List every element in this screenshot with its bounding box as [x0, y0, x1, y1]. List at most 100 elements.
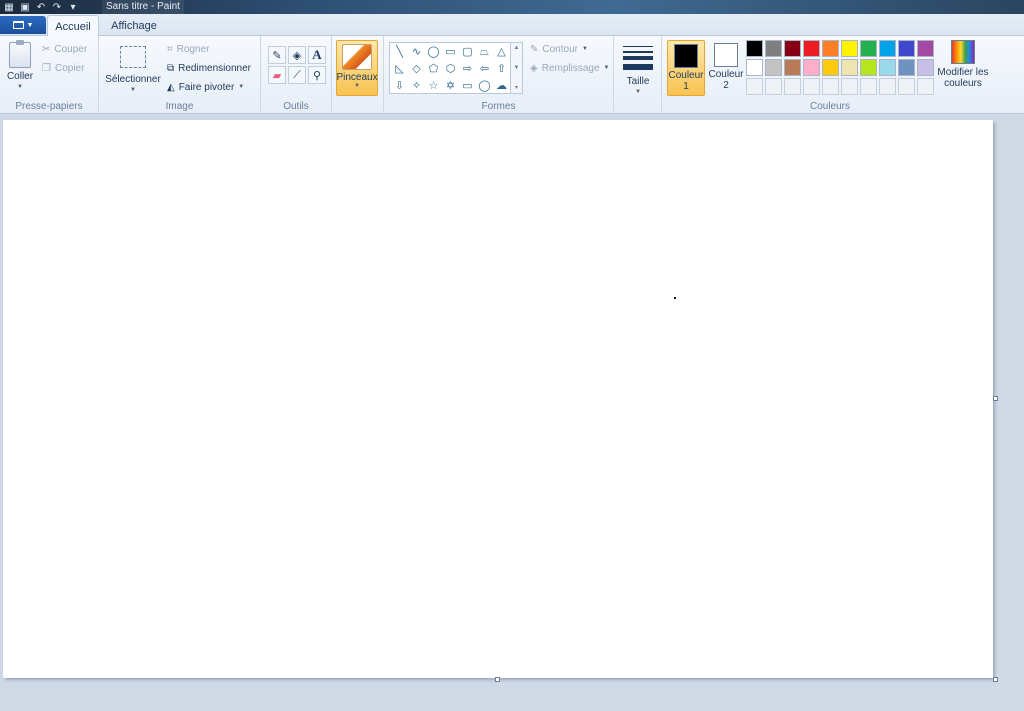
group-label-clipboard: Presse-papiers: [15, 101, 83, 112]
resize-button[interactable]: ⧉ Redimensionner: [167, 60, 251, 76]
oval-callout-shape-icon[interactable]: ◯: [476, 78, 493, 95]
palette-swatch[interactable]: [803, 59, 820, 76]
tab-affichage[interactable]: Affichage: [104, 15, 164, 37]
palette-swatch[interactable]: [841, 40, 858, 57]
four-point-star-shape-icon[interactable]: ✧: [408, 78, 425, 95]
palette-swatch[interactable]: [765, 40, 782, 57]
rectangle-shape-icon[interactable]: ▭: [442, 44, 459, 61]
right-triangle-shape-icon[interactable]: ◺: [391, 61, 408, 78]
custom-color-slot[interactable]: [860, 78, 877, 95]
hexagon-shape-icon[interactable]: ⬡: [442, 61, 459, 78]
up-arrow-shape-icon[interactable]: ⇧: [493, 61, 510, 78]
palette-swatch[interactable]: [898, 59, 915, 76]
palette-swatch[interactable]: [879, 40, 896, 57]
triangle-shape-icon[interactable]: △: [493, 44, 510, 61]
redo-icon[interactable]: ↷: [50, 1, 64, 13]
custom-color-slot[interactable]: [841, 78, 858, 95]
palette-swatch[interactable]: [784, 40, 801, 57]
palette-swatch[interactable]: [746, 40, 763, 57]
palette-swatch[interactable]: [917, 59, 934, 76]
scroll-down-icon[interactable]: ▼: [514, 65, 520, 71]
pentagon-shape-icon[interactable]: ⬠: [425, 61, 442, 78]
magnifier-icon[interactable]: ⚲: [308, 66, 326, 84]
canvas-dot: [674, 297, 676, 299]
curve-shape-icon[interactable]: ∿: [408, 44, 425, 61]
palette-swatch[interactable]: [860, 59, 877, 76]
rounded-rectangle-shape-icon[interactable]: ▢: [459, 44, 476, 61]
palette-swatch[interactable]: [879, 59, 896, 76]
custom-color-slot[interactable]: [822, 78, 839, 95]
shapes-scrollbar[interactable]: ▲ ▼ ▾: [511, 42, 523, 94]
window-title: Sans titre - Paint: [102, 0, 184, 14]
group-label-shapes: Formes: [481, 101, 516, 112]
palette-swatch[interactable]: [860, 40, 877, 57]
custom-color-slot[interactable]: [784, 78, 801, 95]
cloud-callout-shape-icon[interactable]: ☁: [493, 78, 510, 95]
color2-label-line1: Couleur: [708, 69, 744, 80]
select-button[interactable]: Sélectionner ▼: [103, 42, 163, 96]
palette-swatch[interactable]: [917, 40, 934, 57]
line-shape-icon[interactable]: ╲: [391, 44, 408, 61]
group-label-colors: Couleurs: [809, 101, 851, 112]
text-tool-icon[interactable]: A: [308, 46, 326, 64]
palette-swatch[interactable]: [841, 59, 858, 76]
fill-bucket-icon[interactable]: ◈: [288, 46, 306, 64]
paint-menu-button[interactable]: ▼: [0, 16, 46, 34]
size-button[interactable]: Taille ▼: [620, 42, 656, 98]
palette-swatch[interactable]: [898, 40, 915, 57]
polygon-shape-icon[interactable]: ⏢: [476, 44, 493, 61]
resize-handle-corner[interactable]: [993, 677, 998, 682]
five-point-star-shape-icon[interactable]: ☆: [425, 78, 442, 95]
expand-gallery-icon[interactable]: ▾: [515, 84, 518, 91]
pencil-icon[interactable]: ✎: [268, 46, 286, 64]
resize-handle-bottom[interactable]: [495, 677, 500, 682]
undo-icon[interactable]: ↶: [34, 1, 48, 13]
chevron-down-icon: ▼: [581, 46, 588, 52]
rect-callout-shape-icon[interactable]: ▭: [459, 78, 476, 95]
brushes-button[interactable]: Pinceaux ▼: [336, 40, 378, 96]
chevron-down-icon: ▼: [17, 84, 23, 90]
edit-colors-button[interactable]: Modifier les couleurs: [934, 40, 992, 89]
custom-color-slot[interactable]: [765, 78, 782, 95]
right-arrow-shape-icon[interactable]: ⇨: [459, 61, 476, 78]
crop-button[interactable]: ⌗ Rogner: [167, 41, 209, 57]
diamond-shape-icon[interactable]: ◇: [408, 61, 425, 78]
drawing-canvas[interactable]: [3, 120, 993, 678]
down-arrow-shape-icon[interactable]: ⇩: [391, 78, 408, 95]
edit-colors-label-line2: couleurs: [944, 78, 982, 89]
tab-accueil[interactable]: Accueil: [47, 15, 99, 37]
chevron-down-icon: ▼: [603, 65, 610, 71]
scroll-up-icon[interactable]: ▲: [514, 45, 520, 51]
eraser-icon[interactable]: ▰: [268, 66, 286, 84]
palette-swatch[interactable]: [746, 59, 763, 76]
cut-button[interactable]: ✂ Couper: [42, 41, 87, 57]
color2-label-line2: 2: [723, 80, 729, 91]
save-icon[interactable]: ▣: [18, 1, 32, 13]
resize-handle-right[interactable]: [993, 396, 998, 401]
color2-button[interactable]: Couleur 2: [707, 40, 745, 96]
paint-app-icon[interactable]: ▦: [2, 1, 16, 13]
custom-color-slot[interactable]: [917, 78, 934, 95]
oval-shape-icon[interactable]: ◯: [425, 44, 442, 61]
fill-button[interactable]: ◈ Remplissage ▼: [530, 60, 609, 76]
color1-button[interactable]: Couleur 1: [667, 40, 705, 96]
select-label: Sélectionner: [105, 74, 161, 85]
rotate-button[interactable]: ◭ Faire pivoter ▼: [167, 79, 244, 95]
custom-color-slot[interactable]: [746, 78, 763, 95]
customize-toolbar-icon[interactable]: ▾: [66, 1, 80, 13]
size-label: Taille: [626, 76, 650, 87]
copy-button[interactable]: ❐ Copier: [42, 60, 84, 76]
color-picker-icon[interactable]: ⟋: [288, 66, 306, 84]
palette-swatch[interactable]: [822, 59, 839, 76]
outline-button[interactable]: ✎ Contour ▼: [530, 41, 588, 57]
custom-color-slot[interactable]: [898, 78, 915, 95]
palette-swatch[interactable]: [803, 40, 820, 57]
palette-swatch[interactable]: [822, 40, 839, 57]
left-arrow-shape-icon[interactable]: ⇦: [476, 61, 493, 78]
custom-color-slot[interactable]: [803, 78, 820, 95]
palette-swatch[interactable]: [784, 59, 801, 76]
six-point-star-shape-icon[interactable]: ✡: [442, 78, 459, 95]
paste-button[interactable]: Coller ▼: [5, 40, 35, 93]
custom-color-slot[interactable]: [879, 78, 896, 95]
palette-swatch[interactable]: [765, 59, 782, 76]
